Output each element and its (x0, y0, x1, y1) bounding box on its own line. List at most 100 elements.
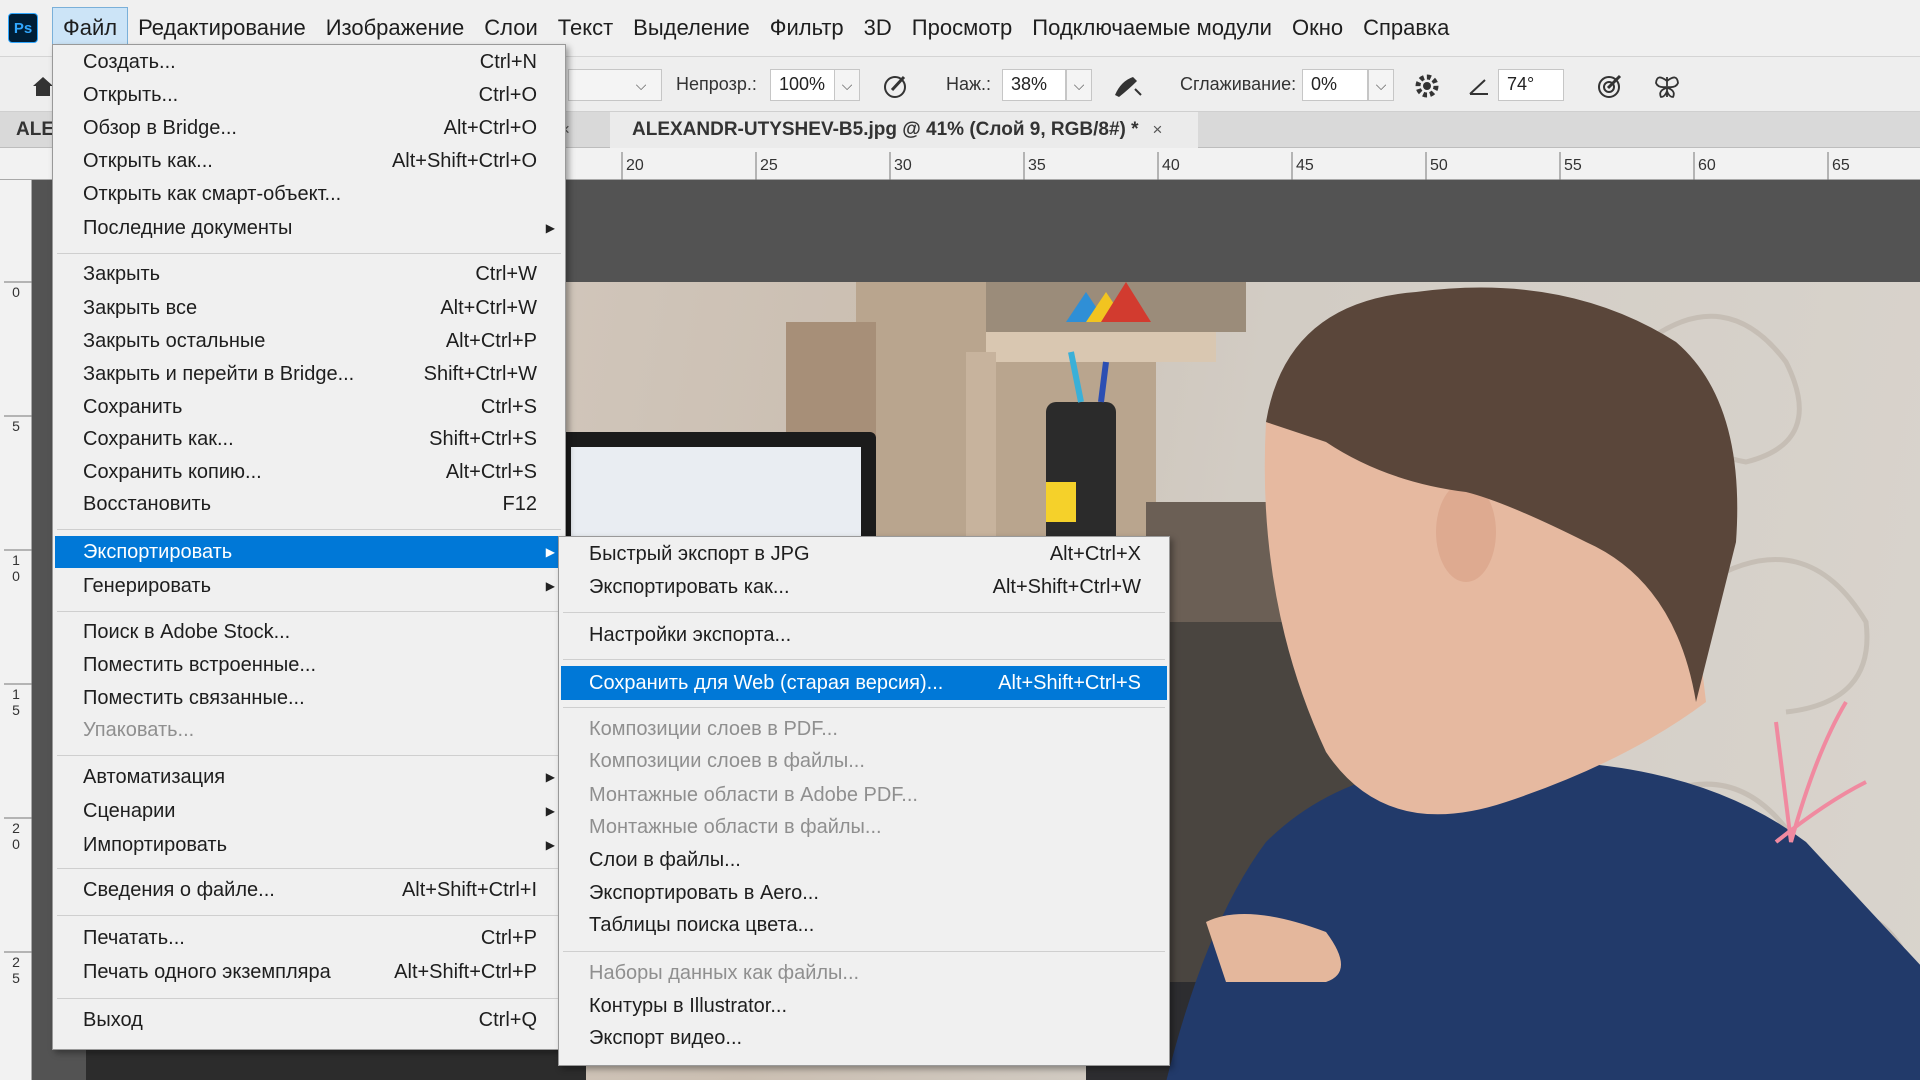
pressure-field[interactable]: 38% (1002, 69, 1066, 101)
chevron-down-icon[interactable]: ⌵ (628, 69, 654, 101)
menu-item-label: Сохранить копию... (83, 460, 262, 483)
menu-3d[interactable]: 3D (854, 7, 902, 49)
menu-item-recent[interactable]: Последние документы ▶ (55, 213, 563, 243)
menu-item-package: Упаковать... (55, 715, 563, 745)
menu-item-save-copy[interactable]: Сохранить копию... Alt+Ctrl+S (55, 457, 563, 487)
menu-item-export-preferences[interactable]: Настройки экспорта... (561, 620, 1167, 650)
menu-item-automate[interactable]: Автоматизация ▶ (55, 762, 563, 792)
menu-item-shortcut: Ctrl+S (480, 395, 537, 418)
menu-item-place-linked[interactable]: Поместить связанные... (55, 683, 563, 713)
angle-field[interactable]: 74° (1498, 69, 1564, 101)
menu-item-save-as[interactable]: Сохранить как... Shift+Ctrl+S (55, 424, 563, 454)
smoothing-field[interactable]: 0% (1302, 69, 1368, 101)
symmetry-butterfly-icon[interactable] (1650, 69, 1684, 103)
menu-item-label: Экспортировать как... (589, 575, 790, 598)
menu-item-save[interactable]: Сохранить Ctrl+S (55, 392, 563, 422)
menu-item-export-as[interactable]: Экспортировать как... Alt+Shift+Ctrl+W (561, 572, 1167, 602)
ruler-label: 35 (1028, 157, 1046, 174)
menu-item-artboards-pdf: Монтажные области в Adobe PDF... (561, 780, 1167, 810)
pressure-dropdown-chevron-icon[interactable]: ⌵ (1066, 69, 1092, 101)
pressure-size-icon[interactable] (1592, 69, 1626, 103)
menu-item-close-others[interactable]: Закрыть остальные Alt+Ctrl+P (55, 326, 563, 356)
menu-select[interactable]: Выделение (623, 7, 760, 49)
menu-item-label: Сведения о файле... (83, 878, 275, 901)
menu-item-shortcut: Alt+Ctrl+O (443, 116, 537, 139)
menu-item-exit[interactable]: Выход Ctrl+Q (55, 1005, 563, 1035)
menu-item-color-lookup-tables[interactable]: Таблицы поиска цвета... (561, 910, 1167, 940)
gear-icon[interactable] (1410, 69, 1444, 103)
menu-item-label: Композиции слоев в PDF... (589, 717, 838, 740)
menu-item-generate[interactable]: Генерировать ▶ (55, 571, 563, 601)
opacity-dropdown-chevron-icon[interactable]: ⌵ (834, 69, 860, 101)
menu-item-export[interactable]: Экспортировать ▶ (55, 536, 563, 568)
menu-view[interactable]: Просмотр (902, 7, 1022, 49)
airbrush-icon[interactable] (1110, 69, 1144, 103)
tab-document-partial[interactable]: ALE (16, 112, 54, 148)
vertical-ruler[interactable]: 0 5 1 0 1 5 2 0 2 5 (0, 180, 32, 1080)
menu-plugins[interactable]: Подключаемые модули (1022, 7, 1282, 49)
menu-item-label: Закрыть остальные (83, 329, 266, 352)
menu-item-label: Сохранить как... (83, 427, 234, 450)
menu-layers[interactable]: Слои (474, 7, 548, 49)
menu-item-place-embedded[interactable]: Поместить встроенные... (55, 650, 563, 680)
ruler-label: 25 (760, 157, 778, 174)
menu-item-shortcut: Alt+Shift+Ctrl+W (992, 575, 1141, 598)
opacity-field[interactable]: 100% (770, 69, 842, 101)
menu-type[interactable]: Текст (548, 7, 623, 49)
menu-item-revert[interactable]: Восстановить F12 (55, 489, 563, 519)
menu-item-layers-to-files[interactable]: Слои в файлы... (561, 845, 1167, 875)
menu-window[interactable]: Окно (1282, 7, 1353, 49)
menu-filter[interactable]: Фильтр (760, 7, 854, 49)
menu-item-shortcut: Ctrl+O (478, 83, 537, 106)
menu-item-shortcut: Alt+Ctrl+P (445, 329, 537, 352)
menu-help[interactable]: Справка (1353, 7, 1459, 49)
menu-item-label: Композиции слоев в файлы... (589, 749, 865, 772)
close-icon[interactable]: × (1153, 120, 1163, 140)
menu-item-scripts[interactable]: Сценарии ▶ (55, 796, 563, 826)
menu-item-paths-illustrator[interactable]: Контуры в Illustrator... (561, 991, 1167, 1021)
menu-separator (57, 868, 561, 869)
menu-item-label: Открыть как... (83, 149, 213, 172)
menu-item-render-video[interactable]: Экспорт видео... (561, 1023, 1167, 1053)
opacity-label: Непрозр.: (676, 74, 757, 94)
submenu-arrow-icon: ▶ (545, 838, 555, 852)
photoshop-logo-icon: Ps (8, 13, 38, 43)
menu-item-export-aero[interactable]: Экспортировать в Aero... (561, 878, 1167, 908)
menu-item-print[interactable]: Печатать... Ctrl+P (55, 923, 563, 953)
menu-item-layer-comps-files: Композиции слоев в файлы... (561, 746, 1167, 776)
submenu-arrow-icon: ▶ (545, 221, 555, 235)
menu-item-close-all[interactable]: Закрыть все Alt+Ctrl+W (55, 293, 563, 323)
menu-item-label: Генерировать (83, 574, 211, 597)
ruler-label: 5 (12, 418, 20, 434)
menu-item-print-one-copy[interactable]: Печать одного экземпляра Alt+Shift+Ctrl+P (55, 957, 563, 987)
menu-item-close[interactable]: Закрыть Ctrl+W (55, 259, 563, 289)
menu-item-import[interactable]: Импортировать ▶ (55, 830, 563, 860)
ruler-label: 40 (1162, 157, 1180, 174)
menu-item-open-smart-object[interactable]: Открыть как смарт-объект... (55, 179, 563, 209)
menu-item-label: Контуры в Illustrator... (589, 994, 788, 1017)
menu-item-browse-bridge[interactable]: Обзор в Bridge... Alt+Ctrl+O (55, 113, 563, 143)
menu-item-search-adobe-stock[interactable]: Поиск в Adobe Stock... (55, 617, 563, 647)
smoothing-dropdown-chevron-icon[interactable]: ⌵ (1368, 69, 1394, 101)
menu-item-quick-export-jpg[interactable]: Быстрый экспорт в JPG Alt+Ctrl+X (561, 539, 1167, 569)
menu-item-label: Экспортировать в Aero... (589, 881, 819, 904)
menu-item-label: Закрыть (83, 262, 161, 285)
ruler-label: 45 (1296, 157, 1314, 174)
menu-item-label: Быстрый экспорт в JPG (589, 542, 810, 565)
menu-edit[interactable]: Редактирование (128, 7, 316, 49)
menu-item-save-for-web[interactable]: Сохранить для Web (старая версия)... Alt+… (561, 666, 1167, 700)
tab-active-document[interactable]: ALEXANDR-UTYSHEV-B5.jpg @ 41% (Слой 9, R… (610, 112, 1198, 148)
menu-item-close-go-bridge[interactable]: Закрыть и перейти в Bridge... Shift+Ctrl+… (55, 359, 563, 389)
submenu-arrow-icon: ▶ (545, 545, 555, 559)
menu-item-open[interactable]: Открыть... Ctrl+O (55, 80, 563, 110)
tab-prev-close-button[interactable]: × (560, 112, 600, 148)
menu-image[interactable]: Изображение (316, 7, 475, 49)
menu-item-label: Монтажные области в файлы... (589, 815, 882, 838)
menu-item-label: Последние документы (83, 216, 293, 239)
menu-item-label: Закрыть все (83, 296, 198, 319)
menu-file[interactable]: Файл (52, 7, 129, 49)
menu-item-file-info[interactable]: Сведения о файле... Alt+Shift+Ctrl+I (55, 875, 563, 905)
menu-item-new[interactable]: Создать... Ctrl+N (55, 47, 563, 77)
menu-item-open-as[interactable]: Открыть как... Alt+Shift+Ctrl+O (55, 146, 563, 176)
pressure-opacity-icon[interactable] (878, 69, 912, 103)
